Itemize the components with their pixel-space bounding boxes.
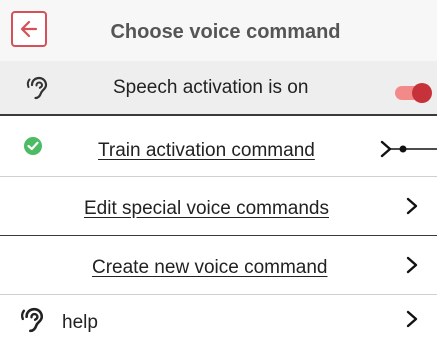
create-new-link[interactable]: Create new voice command xyxy=(92,257,328,279)
header-bar: Choose voice command xyxy=(0,0,437,61)
chevron-right-icon[interactable] xyxy=(405,309,419,329)
chevron-right-icon[interactable] xyxy=(405,255,419,275)
speech-activation-label: Speech activation is on xyxy=(113,77,309,98)
help-label: help xyxy=(62,312,98,333)
toggle-knob xyxy=(412,83,432,103)
list-item-edit-special[interactable]: Edit special voice commands xyxy=(0,177,437,236)
list-item-help[interactable]: help xyxy=(0,295,437,347)
speech-activation-row: Speech activation is on xyxy=(0,61,437,116)
speech-activation-toggle[interactable] xyxy=(392,83,437,103)
edit-special-link[interactable]: Edit special voice commands xyxy=(84,198,329,220)
chevron-right-icon[interactable] xyxy=(379,139,437,159)
page-title: Choose voice command xyxy=(110,21,341,43)
chevron-right-icon[interactable] xyxy=(405,196,419,216)
check-circle-icon xyxy=(24,137,42,155)
ear-icon xyxy=(26,76,48,100)
train-activation-link[interactable]: Train activation command xyxy=(98,140,315,162)
voice-command-screen: Choose voice command Speech activation i… xyxy=(0,0,437,347)
list-item-train-activation[interactable]: Train activation command xyxy=(0,116,437,177)
ear-icon xyxy=(20,307,44,333)
list-item-create-new[interactable]: Create new voice command xyxy=(0,236,437,295)
